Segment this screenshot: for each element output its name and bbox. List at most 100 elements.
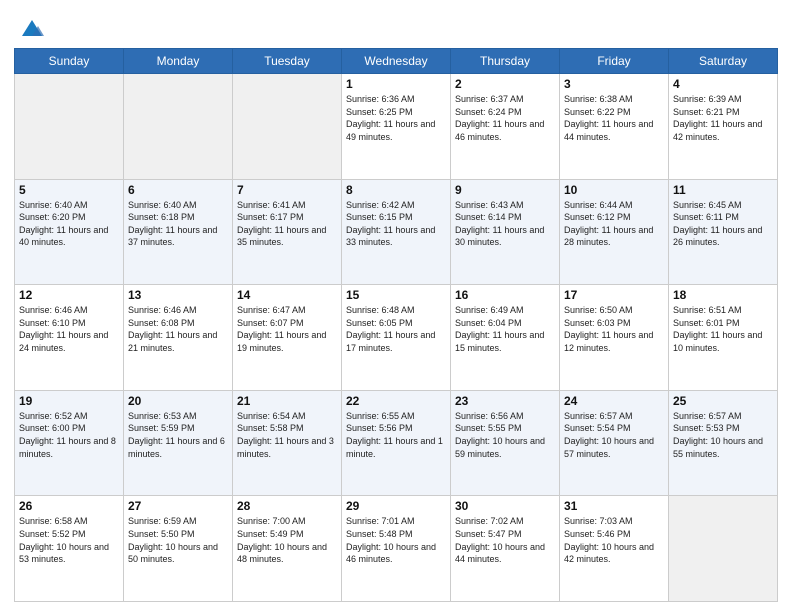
weekday-header-tuesday: Tuesday (233, 49, 342, 74)
day-number: 30 (455, 499, 555, 513)
weekday-header-wednesday: Wednesday (342, 49, 451, 74)
day-info: Sunrise: 6:57 AM Sunset: 5:53 PM Dayligh… (673, 410, 773, 460)
day-info: Sunrise: 6:44 AM Sunset: 6:12 PM Dayligh… (564, 199, 664, 249)
day-number: 4 (673, 77, 773, 91)
day-number: 31 (564, 499, 664, 513)
calendar-cell: 20 Sunrise: 6:53 AM Sunset: 5:59 PM Dayli… (124, 390, 233, 496)
calendar-cell: 6Sunrise: 6:40 AM Sunset: 6:18 PM Daylig… (124, 179, 233, 285)
calendar-cell: 9 Sunrise: 6:43 AM Sunset: 6:14 PM Daylig… (451, 179, 560, 285)
day-number: 12 (19, 288, 119, 302)
day-number: 16 (455, 288, 555, 302)
calendar-cell: 16 Sunrise: 6:49 AM Sunset: 6:04 PM Dayli… (451, 285, 560, 391)
calendar-cell (669, 496, 778, 602)
weekday-header-thursday: Thursday (451, 49, 560, 74)
day-number: 1 (346, 77, 446, 91)
week-row-4: 26Sunrise: 6:58 AM Sunset: 5:52 PM Dayli… (15, 496, 778, 602)
day-info: Sunrise: 6:37 AM Sunset: 6:24 PM Dayligh… (455, 93, 555, 143)
day-info: Sunrise: 6:48 AM Sunset: 6:05 PM Dayligh… (346, 304, 446, 354)
calendar-cell: 21 Sunrise: 6:54 AM Sunset: 5:58 PM Dayli… (233, 390, 342, 496)
day-info: Sunrise: 6:49 AM Sunset: 6:04 PM Dayligh… (455, 304, 555, 354)
calendar-cell: 29 Sunrise: 7:01 AM Sunset: 5:48 PM Dayli… (342, 496, 451, 602)
calendar-cell: 12 Sunrise: 6:46 AM Sunset: 6:10 PM Dayli… (15, 285, 124, 391)
calendar-cell: 17 Sunrise: 6:50 AM Sunset: 6:03 PM Dayli… (560, 285, 669, 391)
day-info: Sunrise: 7:00 AM Sunset: 5:49 PM Dayligh… (237, 515, 337, 565)
day-info: Sunrise: 6:50 AM Sunset: 6:03 PM Dayligh… (564, 304, 664, 354)
calendar-table: SundayMondayTuesdayWednesdayThursdayFrid… (14, 48, 778, 602)
day-info: Sunrise: 6:43 AM Sunset: 6:14 PM Dayligh… (455, 199, 555, 249)
calendar-cell (233, 74, 342, 180)
calendar-cell: 2 Sunrise: 6:37 AM Sunset: 6:24 PM Daylig… (451, 74, 560, 180)
day-info: Sunrise: 6:41 AM Sunset: 6:17 PM Dayligh… (237, 199, 337, 249)
day-number: 2 (455, 77, 555, 91)
calendar-cell: 8 Sunrise: 6:42 AM Sunset: 6:15 PM Daylig… (342, 179, 451, 285)
calendar-cell: 7 Sunrise: 6:41 AM Sunset: 6:17 PM Daylig… (233, 179, 342, 285)
logo-icon (18, 14, 46, 42)
calendar-cell: 26Sunrise: 6:58 AM Sunset: 5:52 PM Dayli… (15, 496, 124, 602)
calendar-cell: 4 Sunrise: 6:39 AM Sunset: 6:21 PM Daylig… (669, 74, 778, 180)
week-row-3: 19 Sunrise: 6:52 AM Sunset: 6:00 PM Dayli… (15, 390, 778, 496)
calendar-cell: 14 Sunrise: 6:47 AM Sunset: 6:07 PM Dayli… (233, 285, 342, 391)
day-info: Sunrise: 6:36 AM Sunset: 6:25 PM Dayligh… (346, 93, 446, 143)
calendar-cell: 13 Sunrise: 6:46 AM Sunset: 6:08 PM Dayli… (124, 285, 233, 391)
day-info: Sunrise: 6:38 AM Sunset: 6:22 PM Dayligh… (564, 93, 664, 143)
day-number: 7 (237, 183, 337, 197)
day-info: Sunrise: 6:46 AM Sunset: 6:08 PM Dayligh… (128, 304, 228, 354)
week-row-1: 5 Sunrise: 6:40 AM Sunset: 6:20 PM Daylig… (15, 179, 778, 285)
day-info: Sunrise: 6:56 AM Sunset: 5:55 PM Dayligh… (455, 410, 555, 460)
calendar-cell: 27 Sunrise: 6:59 AM Sunset: 5:50 PM Dayli… (124, 496, 233, 602)
day-number: 3 (564, 77, 664, 91)
weekday-header-friday: Friday (560, 49, 669, 74)
calendar-cell: 24 Sunrise: 6:57 AM Sunset: 5:54 PM Dayli… (560, 390, 669, 496)
day-number: 14 (237, 288, 337, 302)
calendar-cell: 28 Sunrise: 7:00 AM Sunset: 5:49 PM Dayli… (233, 496, 342, 602)
week-row-2: 12 Sunrise: 6:46 AM Sunset: 6:10 PM Dayli… (15, 285, 778, 391)
calendar-cell: 18Sunrise: 6:51 AM Sunset: 6:01 PM Dayli… (669, 285, 778, 391)
day-number: 17 (564, 288, 664, 302)
day-info: Sunrise: 6:55 AM Sunset: 5:56 PM Dayligh… (346, 410, 446, 460)
calendar-cell: 10Sunrise: 6:44 AM Sunset: 6:12 PM Dayli… (560, 179, 669, 285)
day-number: 11 (673, 183, 773, 197)
calendar-cell (15, 74, 124, 180)
calendar-cell: 25Sunrise: 6:57 AM Sunset: 5:53 PM Dayli… (669, 390, 778, 496)
day-number: 29 (346, 499, 446, 513)
weekday-header-monday: Monday (124, 49, 233, 74)
weekday-header-row: SundayMondayTuesdayWednesdayThursdayFrid… (15, 49, 778, 74)
day-number: 21 (237, 394, 337, 408)
day-info: Sunrise: 6:47 AM Sunset: 6:07 PM Dayligh… (237, 304, 337, 354)
day-info: Sunrise: 6:53 AM Sunset: 5:59 PM Dayligh… (128, 410, 228, 460)
day-info: Sunrise: 6:42 AM Sunset: 6:15 PM Dayligh… (346, 199, 446, 249)
day-number: 13 (128, 288, 228, 302)
calendar-cell: 1 Sunrise: 6:36 AM Sunset: 6:25 PM Daylig… (342, 74, 451, 180)
header (14, 10, 778, 42)
day-number: 24 (564, 394, 664, 408)
day-info: Sunrise: 6:58 AM Sunset: 5:52 PM Dayligh… (19, 515, 119, 565)
day-info: Sunrise: 6:39 AM Sunset: 6:21 PM Dayligh… (673, 93, 773, 143)
day-number: 8 (346, 183, 446, 197)
day-info: Sunrise: 6:40 AM Sunset: 6:18 PM Dayligh… (128, 199, 228, 249)
day-number: 20 (128, 394, 228, 408)
day-info: Sunrise: 6:40 AM Sunset: 6:20 PM Dayligh… (19, 199, 119, 249)
day-number: 5 (19, 183, 119, 197)
day-info: Sunrise: 7:03 AM Sunset: 5:46 PM Dayligh… (564, 515, 664, 565)
calendar-cell: 11Sunrise: 6:45 AM Sunset: 6:11 PM Dayli… (669, 179, 778, 285)
day-info: Sunrise: 6:57 AM Sunset: 5:54 PM Dayligh… (564, 410, 664, 460)
day-info: Sunrise: 6:52 AM Sunset: 6:00 PM Dayligh… (19, 410, 119, 460)
day-number: 23 (455, 394, 555, 408)
logo (14, 14, 46, 42)
calendar-cell (124, 74, 233, 180)
day-number: 15 (346, 288, 446, 302)
day-number: 27 (128, 499, 228, 513)
day-number: 19 (19, 394, 119, 408)
weekday-header-sunday: Sunday (15, 49, 124, 74)
calendar-cell: 3 Sunrise: 6:38 AM Sunset: 6:22 PM Daylig… (560, 74, 669, 180)
day-number: 9 (455, 183, 555, 197)
calendar-cell: 30 Sunrise: 7:02 AM Sunset: 5:47 PM Dayli… (451, 496, 560, 602)
week-row-0: 1 Sunrise: 6:36 AM Sunset: 6:25 PM Daylig… (15, 74, 778, 180)
day-info: Sunrise: 6:54 AM Sunset: 5:58 PM Dayligh… (237, 410, 337, 460)
day-number: 28 (237, 499, 337, 513)
day-info: Sunrise: 7:01 AM Sunset: 5:48 PM Dayligh… (346, 515, 446, 565)
calendar-cell: 19 Sunrise: 6:52 AM Sunset: 6:00 PM Dayli… (15, 390, 124, 496)
day-info: Sunrise: 7:02 AM Sunset: 5:47 PM Dayligh… (455, 515, 555, 565)
day-info: Sunrise: 6:46 AM Sunset: 6:10 PM Dayligh… (19, 304, 119, 354)
day-info: Sunrise: 6:59 AM Sunset: 5:50 PM Dayligh… (128, 515, 228, 565)
